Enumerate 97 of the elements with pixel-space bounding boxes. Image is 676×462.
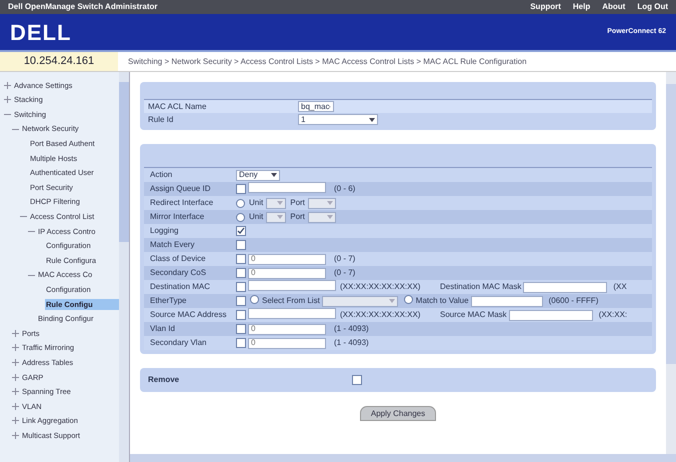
radio-button[interactable]: [250, 294, 259, 304]
checkbox[interactable]: [236, 254, 246, 264]
field-label: MAC ACL Name: [148, 102, 206, 110]
dropdown[interactable]: Deny: [236, 170, 280, 180]
dropdown[interactable]: [308, 198, 336, 208]
field-label: Source MAC Mask: [440, 310, 507, 319]
field-label: Secondary CoS: [150, 268, 206, 277]
unit-label: Unit: [249, 212, 264, 221]
range-hint: (1 - 4093): [334, 338, 369, 347]
caret-icon: [326, 201, 333, 205]
checkbox[interactable]: [236, 324, 246, 334]
field-label: Logging: [150, 226, 178, 235]
scrollbar[interactable]: [666, 72, 676, 454]
input-field[interactable]: [523, 282, 608, 292]
format-hint: (XX:XX:: [598, 310, 628, 319]
checkbox[interactable]: [236, 296, 246, 306]
expand-icon[interactable]: [4, 82, 11, 89]
expand-icon[interactable]: [12, 417, 19, 424]
caret-icon: [369, 118, 375, 122]
dropdown[interactable]: [266, 198, 286, 208]
checkbox[interactable]: [352, 375, 362, 385]
check-icon: [237, 227, 245, 235]
checkbox[interactable]: [236, 310, 246, 320]
caret-icon: [277, 201, 284, 205]
input-field[interactable]: 0: [248, 338, 326, 348]
range-hint: (0 - 6): [334, 184, 356, 193]
expand-icon[interactable]: [12, 402, 19, 410]
input-field[interactable]: [248, 182, 326, 192]
input-field[interactable]: [470, 296, 543, 306]
port-label: Port: [290, 212, 305, 221]
radio-button[interactable]: [236, 198, 245, 208]
caret-icon: [388, 299, 395, 303]
radio-button[interactable]: [404, 294, 413, 304]
apply-changes-button[interactable]: Apply Changes: [360, 406, 436, 421]
field-label: Rule Id: [148, 114, 174, 124]
dropdown[interactable]: 1: [298, 114, 378, 125]
expand-icon[interactable]: [4, 96, 11, 104]
input-field[interactable]: 0: [248, 254, 326, 264]
dropdown[interactable]: bq_mac: [298, 101, 334, 112]
input-field[interactable]: [248, 280, 336, 290]
logo: DELL: [10, 18, 72, 46]
expand-icon[interactable]: [12, 432, 19, 440]
field-label: Match Every: [150, 240, 194, 249]
expand-icon[interactable]: [12, 388, 19, 396]
header-link[interactable]: About: [602, 1, 626, 13]
input-field[interactable]: 0: [248, 324, 326, 334]
range-hint: (0600 - FFFF): [548, 296, 598, 305]
caret-icon: [271, 173, 277, 177]
range-hint: (0 - 7): [334, 268, 356, 277]
input-field[interactable]: 0: [248, 268, 326, 278]
field-label: Assign Queue ID: [150, 184, 210, 193]
dropdown[interactable]: [266, 212, 286, 222]
format-hint: (XX: [613, 282, 627, 291]
checkbox[interactable]: [236, 338, 246, 348]
checkbox[interactable]: [236, 268, 246, 278]
range-hint: (1 - 4093): [334, 324, 369, 333]
range-hint: (0 - 7): [334, 254, 356, 263]
expand-icon[interactable]: [12, 330, 19, 337]
unit-label: Unit: [249, 198, 264, 207]
checkbox[interactable]: [236, 282, 246, 292]
port-label: Port: [290, 198, 305, 207]
header-link[interactable]: Support: [530, 1, 561, 13]
ip-address: 10.254.24.161: [24, 54, 94, 70]
caret-icon: [326, 215, 333, 219]
option-label: Match to Value: [416, 296, 469, 305]
format-hint: (XX:XX:XX:XX:XX:XX): [340, 310, 420, 319]
dropdown[interactable]: [308, 212, 336, 222]
format-hint: (XX:XX:XX:XX:XX:XX): [340, 282, 420, 291]
expand-icon[interactable]: [12, 374, 19, 381]
expand-icon[interactable]: [12, 344, 19, 352]
breadcrumb: Switching > Network Security > Access Control Lists > MAC Access Control Lists > MAC ACL Rule Configuration: [128, 56, 527, 66]
field-label: Secondary Vlan: [150, 338, 206, 347]
input-field[interactable]: [248, 308, 336, 318]
option-label: Select From List: [262, 296, 320, 305]
expand-icon[interactable]: [12, 359, 19, 366]
field-label: Action: [150, 170, 172, 179]
scrollbar[interactable]: [119, 72, 129, 462]
field-label: Vlan Id: [150, 324, 175, 333]
caret-icon: [277, 215, 284, 219]
field-label: Mirror Interface: [150, 212, 204, 221]
header-link[interactable]: Log Out: [637, 1, 668, 13]
checkbox[interactable]: [236, 240, 246, 250]
field-label: EtherType: [150, 296, 186, 305]
checkbox[interactable]: [236, 226, 246, 236]
field-label: Redirect Interface: [150, 198, 214, 207]
input-field[interactable]: [508, 310, 593, 320]
field-label: Remove: [148, 375, 180, 384]
field-label: Destination MAC: [150, 282, 210, 291]
field-label: Destination MAC Mask: [440, 282, 522, 291]
header-link[interactable]: Help: [572, 1, 590, 13]
field-label: Class of Device: [150, 254, 206, 263]
window-title: Dell OpenManage Switch Administrator: [8, 1, 158, 13]
scrollbar[interactable]: [130, 454, 676, 462]
field-label: Source MAC Address: [150, 310, 226, 319]
dropdown[interactable]: [322, 296, 398, 306]
checkbox[interactable]: [236, 184, 246, 194]
radio-button[interactable]: [236, 212, 245, 222]
